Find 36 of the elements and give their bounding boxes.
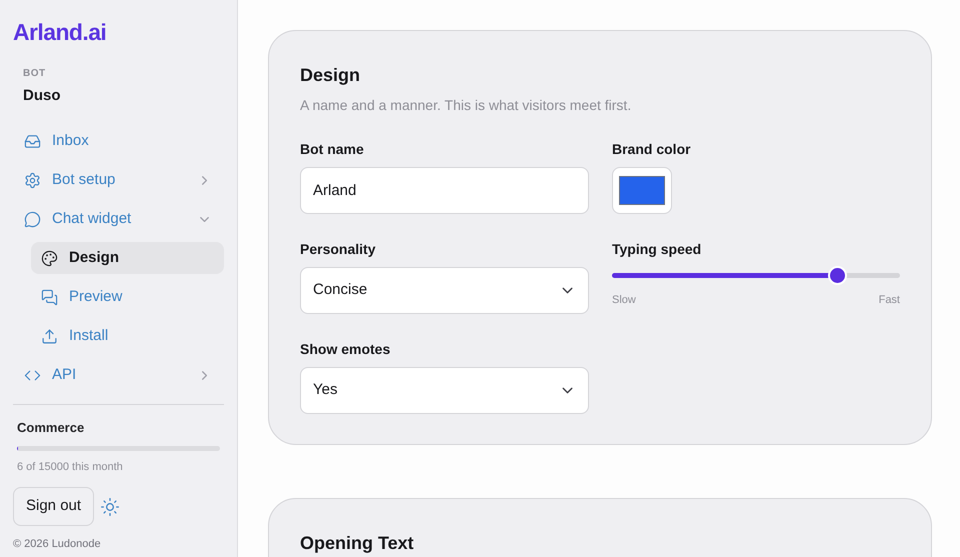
bot-label: BOT	[23, 66, 47, 80]
inbox-icon	[24, 132, 41, 150]
theme-toggle-icon[interactable]	[100, 496, 120, 516]
field-label: Show emotes	[300, 340, 392, 359]
bot-name-input[interactable]: Arland	[300, 167, 589, 214]
plan-name: Commerce	[17, 419, 86, 437]
usage-text: 6 of 15000 this month	[17, 460, 124, 474]
settings-icon	[24, 172, 41, 188]
logo: Arland.ai	[13, 18, 108, 47]
nav-item[interactable]: Install	[31, 320, 224, 352]
bot-name: Duso	[23, 86, 62, 106]
nav-item[interactable]: Preview	[31, 281, 224, 313]
field-label: Brand color	[612, 140, 692, 159]
card-title: Opening Text	[300, 532, 415, 555]
slider-min-label: Slow	[612, 293, 636, 308]
copyright: © 2026 Ludonode	[13, 537, 102, 552]
card-title: Design	[300, 64, 362, 87]
field-label: Bot name	[300, 140, 365, 159]
chat-bubble-icon	[24, 210, 41, 228]
color-picker[interactable]	[612, 167, 672, 214]
nav-item[interactable]: Bot setup	[13, 164, 224, 196]
nav-item[interactable]: Design	[31, 242, 224, 274]
field-label: Typing speed	[612, 240, 702, 259]
slider-max-label: Fast	[878, 293, 900, 308]
slider-thumb[interactable]	[828, 266, 847, 285]
select-dropdown[interactable]: Yes	[300, 367, 589, 414]
nav-item[interactable]: API	[13, 359, 224, 391]
card-subtitle: A name and a manner. This is what visitors meet first.	[300, 96, 632, 115]
palette-icon	[41, 250, 58, 266]
sign-out-button[interactable]: Sign out	[13, 487, 94, 526]
select-dropdown[interactable]: Concise	[300, 267, 589, 314]
nav-item[interactable]: Chat widget	[13, 203, 224, 235]
field-label: Personality	[300, 240, 376, 259]
nav-item[interactable]: Inbox	[13, 125, 224, 157]
chat-bubbles-icon	[41, 288, 58, 306]
upload-icon	[41, 328, 58, 344]
